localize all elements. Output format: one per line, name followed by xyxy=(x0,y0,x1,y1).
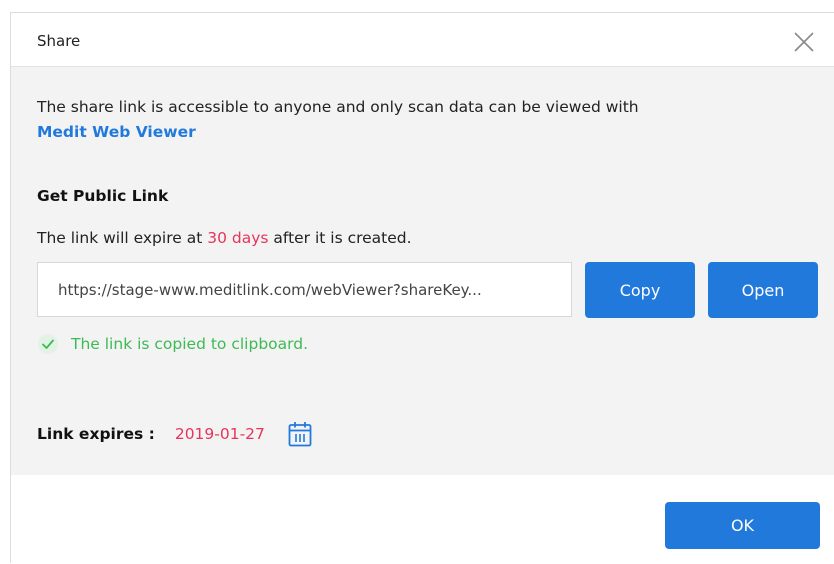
dialog-body: The share link is accessible to anyone a… xyxy=(11,67,834,475)
expire-prefix: The link will expire at xyxy=(37,229,208,247)
expire-suffix: after it is created. xyxy=(268,229,412,247)
copied-toast: The link is copied to clipboard. xyxy=(37,333,308,355)
dialog-title: Share xyxy=(37,32,81,50)
close-icon[interactable] xyxy=(791,29,817,55)
check-icon xyxy=(38,334,58,354)
calendar-icon[interactable] xyxy=(287,420,313,448)
open-button[interactable]: Open xyxy=(708,262,818,318)
ok-button[interactable]: OK xyxy=(665,502,820,549)
public-link-heading: Get Public Link xyxy=(37,187,169,205)
share-link-input[interactable] xyxy=(37,262,572,317)
web-viewer-link[interactable]: Medit Web Viewer xyxy=(37,120,797,145)
link-expires-row: Link expires : 2019-01-27 xyxy=(37,417,313,451)
share-dialog: Share The share link is accessible to an… xyxy=(10,12,834,564)
copied-message: The link is copied to clipboard. xyxy=(71,335,309,353)
link-expires-label: Link expires : xyxy=(37,425,155,443)
link-expires-date: 2019-01-27 xyxy=(174,425,265,443)
expire-note: The link will expire at 30 days after it… xyxy=(37,229,412,247)
copy-button[interactable]: Copy xyxy=(585,262,695,318)
dialog-header: Share xyxy=(11,13,834,67)
expire-days: 30 days xyxy=(207,229,269,247)
description-text: The share link is accessible to anyone a… xyxy=(37,98,639,116)
share-description: The share link is accessible to anyone a… xyxy=(37,95,797,145)
dialog-footer: OK xyxy=(11,475,834,564)
